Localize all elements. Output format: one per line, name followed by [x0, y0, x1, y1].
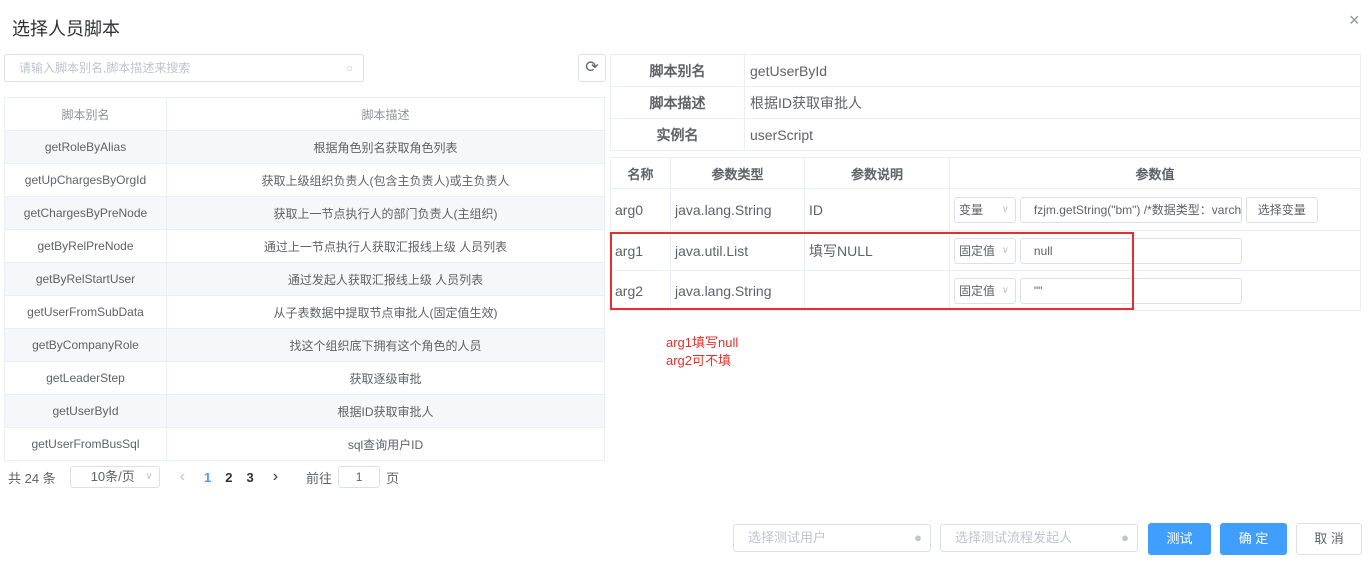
confirm-button[interactable]: 确 定 — [1220, 523, 1287, 555]
info-label: 脚本别名 — [610, 54, 745, 87]
script-alias: getRoleByAlias — [4, 130, 167, 164]
info-value: userScript — [744, 118, 1361, 151]
script-desc: 获取上一节点执行人的部门负责人(主组织) — [166, 196, 605, 230]
select-variable-button[interactable]: 选择变量 — [1245, 196, 1318, 223]
chevron-down-icon: ∨ — [1001, 203, 1009, 215]
param-type: java.lang.String — [670, 188, 805, 231]
script-alias: getByRelPreNode — [4, 229, 167, 263]
page-suffix: 页 — [386, 470, 400, 486]
script-desc: 通过发起人获取汇报线上级 人员列表 — [166, 262, 605, 296]
annotation-highlight-box — [610, 232, 1134, 310]
script-desc: sql查询用户ID — [166, 427, 605, 461]
test-starter-placeholder: 选择测试流程发起人 — [955, 530, 1073, 545]
table-row[interactable]: getUserFromBusSql sql查询用户ID — [4, 427, 605, 461]
close-icon[interactable]: × — [1349, 10, 1360, 31]
next-page-button[interactable]: › — [273, 468, 278, 486]
script-alias: getChargesByPreNode — [4, 196, 167, 230]
pagination: 共 24 条 10条/页 ∨ ‹ 1 2 3 › 前往 1 页 — [8, 466, 399, 488]
table-row[interactable]: getByRelStartUser 通过发起人获取汇报线上级 人员列表 — [4, 262, 605, 296]
script-alias: getByRelStartUser — [4, 262, 167, 296]
script-alias: getByCompanyRole — [4, 328, 167, 362]
table-row[interactable]: getChargesByPreNode 获取上一节点执行人的部门负责人(主组织) — [4, 196, 605, 230]
col-header: 脚本描述 — [166, 97, 605, 131]
script-desc: 获取上级组织负责人(包含主负责人)或主负责人 — [166, 163, 605, 197]
page-2[interactable]: 2 — [225, 470, 232, 485]
script-alias: getLeaderStep — [4, 361, 167, 395]
table-row[interactable]: getUserById 根据ID获取审批人 — [4, 394, 605, 428]
info-label: 脚本描述 — [610, 86, 745, 119]
table-row[interactable]: getLeaderStep 获取逐级审批 — [4, 361, 605, 395]
goto-label: 前往 — [306, 470, 333, 486]
script-info-table: 脚本别名 getUserById 脚本描述 根据ID获取审批人 实例名 userScr… — [610, 54, 1361, 151]
table-row[interactable]: getUserFromSubData 从子表数据中提取节点审批人(固定值生效) — [4, 295, 605, 329]
annotation-line: arg1填写null — [666, 335, 739, 350]
param-value-input[interactable]: fzjm.getString("bm") /*数据类型：varcha — [1019, 196, 1242, 223]
test-starter-select[interactable]: 选择测试流程发起人 ● — [940, 524, 1138, 552]
script-desc: 找这个组织底下拥有这个角色的人员 — [166, 328, 605, 362]
page-1[interactable]: 1 — [204, 470, 211, 485]
param-mode-select[interactable]: 变量 ∨ — [954, 196, 1016, 223]
annotation-line: arg2可不填 — [666, 353, 732, 368]
user-icon: ● — [914, 530, 922, 545]
test-user-select[interactable]: 选择测试用户 ● — [733, 524, 931, 552]
col-header: 参数类型 — [670, 157, 805, 189]
table-row[interactable]: getByRelPreNode 通过上一节点执行人获取汇报线上级 人员列表 — [4, 229, 605, 263]
page-size-value: 10条/页 — [90, 469, 135, 484]
col-header: 参数说明 — [804, 157, 950, 189]
script-desc: 从子表数据中提取节点审批人(固定值生效) — [166, 295, 605, 329]
page-3[interactable]: 3 — [246, 470, 253, 485]
dialog-title: 选择人员脚本 — [12, 19, 120, 39]
info-label: 实例名 — [610, 118, 745, 151]
info-value: getUserById — [744, 54, 1361, 87]
script-desc: 获取逐级审批 — [166, 361, 605, 395]
col-header: 名称 — [610, 157, 671, 189]
search-input[interactable]: 请输入脚本别名,脚本描述来搜索 ○ — [4, 54, 364, 82]
script-desc: 根据角色别名获取角色列表 — [166, 130, 605, 164]
table-row[interactable]: getRoleByAlias 根据角色别名获取角色列表 — [4, 130, 605, 164]
script-desc: 通过上一节点执行人获取汇报线上级 人员列表 — [166, 229, 605, 263]
prev-page-button[interactable]: ‹ — [180, 468, 185, 486]
script-desc: 根据ID获取审批人 — [166, 394, 605, 428]
goto-page-input[interactable]: 1 — [338, 466, 381, 488]
test-button[interactable]: 测试 — [1148, 523, 1211, 555]
total-count: 共 24 条 — [8, 470, 56, 486]
refresh-button[interactable]: ⟳ — [578, 54, 606, 82]
script-alias: getUserById — [4, 394, 167, 428]
param-mode-value: 变量 — [959, 202, 984, 217]
table-row[interactable]: getByCompanyRole 找这个组织底下拥有这个角色的人员 — [4, 328, 605, 362]
page-size-select[interactable]: 10条/页 ∨ — [69, 466, 160, 488]
script-alias: getUserFromBusSql — [4, 427, 167, 461]
test-user-placeholder: 选择测试用户 — [748, 530, 827, 545]
info-value: 根据ID获取审批人 — [744, 86, 1361, 119]
col-header: 参数值 — [949, 157, 1361, 189]
user-icon: ● — [1121, 530, 1129, 545]
search-placeholder: 请输入脚本别名,脚本描述来搜索 — [19, 61, 191, 75]
param-row: arg0 java.lang.String ID 变量 ∨ fzjm.getStr… — [610, 188, 1361, 231]
param-name: arg0 — [610, 188, 671, 231]
script-alias: getUpChargesByOrgId — [4, 163, 167, 197]
param-desc: ID — [804, 188, 950, 231]
cancel-button[interactable]: 取 消 — [1296, 523, 1362, 555]
annotation-note: arg1填写null arg2可不填 — [666, 334, 738, 370]
table-row[interactable]: getUpChargesByOrgId 获取上级组织负责人(包含主负责人)或主负责… — [4, 163, 605, 197]
script-table: 脚本别名 脚本描述 getRoleByAlias 根据角色别名获取角色列表 getUp… — [4, 97, 605, 461]
script-alias: getUserFromSubData — [4, 295, 167, 329]
chevron-down-icon: ∨ — [145, 471, 153, 482]
col-header: 脚本别名 — [4, 97, 167, 131]
search-icon: ○ — [345, 61, 353, 75]
